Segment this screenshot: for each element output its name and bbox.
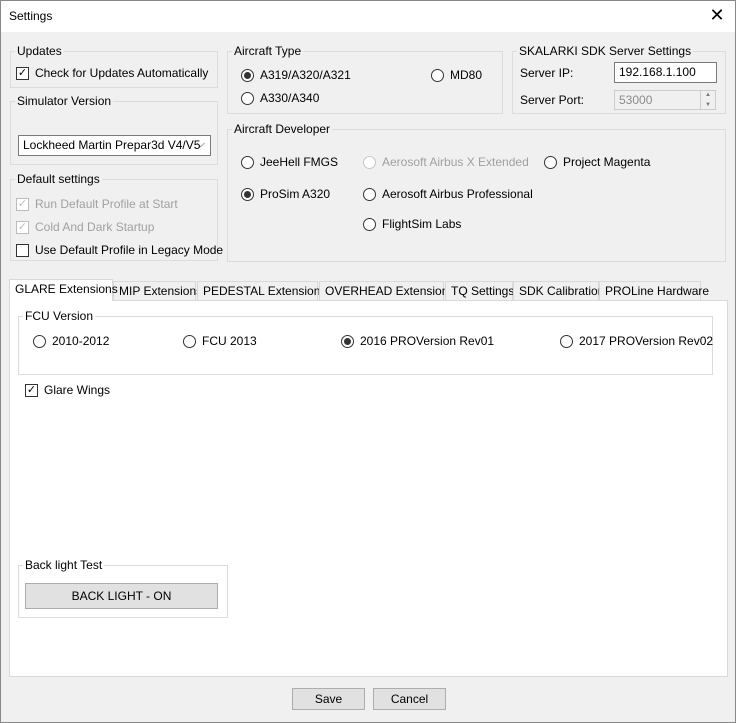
run-default-profile-checkbox[interactable]: ✓ Run Default Profile at Start — [16, 196, 178, 212]
simulator-version-value: Lockheed Martin Prepar3d V4/V5 — [23, 138, 201, 152]
title-bar: Settings ✕ — [1, 1, 735, 32]
radio-flightsim[interactable]: FlightSim Labs — [363, 216, 461, 232]
tab-glare-label: GLARE Extensions — [15, 282, 118, 296]
tab-tq-label: TQ Settings — [451, 284, 515, 298]
radio-unselected-icon — [241, 91, 254, 105]
radio-aerosoft-pro[interactable]: Aerosoft Airbus Professional — [363, 186, 533, 202]
radio-unselected-icon — [33, 334, 46, 348]
backlight-test-label: Back light Test — [23, 558, 105, 572]
default-settings-label: Default settings — [15, 172, 102, 186]
radio-prosim[interactable]: ProSim A320 — [241, 186, 330, 202]
backlight-on-button[interactable]: BACK LIGHT - ON — [25, 583, 218, 609]
radio-unselected-icon — [431, 68, 444, 82]
tab-sdk-calibration[interactable]: SDK Calibration — [513, 281, 604, 300]
tab-pedestal[interactable]: PEDESTAL Extensions — [197, 281, 326, 300]
radio-unselected-icon — [363, 217, 376, 231]
radio-unselected-icon — [363, 187, 376, 201]
checkbox-checked-icon: ✓ — [25, 383, 38, 397]
window-title: Settings — [9, 9, 53, 23]
checkbox-checked-icon: ✓ — [16, 220, 29, 234]
tab-pedestal-label: PEDESTAL Extensions — [203, 284, 327, 298]
aircraft-type-label: Aircraft Type — [232, 44, 304, 58]
glare-wings-checkbox[interactable]: ✓ Glare Wings — [25, 382, 110, 398]
radio-a319-label: A319/A320/A321 — [260, 68, 351, 82]
spin-down-icon[interactable]: ▼ — [701, 101, 715, 111]
legacy-mode-label: Use Default Profile in Legacy Mode — [35, 243, 224, 257]
radio-fcu-2017-label: 2017 PROVersion Rev02 — [579, 334, 714, 348]
radio-md80-label: MD80 — [450, 68, 483, 82]
tab-tq[interactable]: TQ Settings — [445, 281, 515, 300]
glare-tab-page: FCU Version 2010-2012 FCU 2013 2016 PROV… — [9, 300, 728, 677]
tab-proline[interactable]: PROLine Hardware — [599, 281, 709, 300]
server-port-label: Server Port: — [520, 93, 585, 107]
radio-disabled-icon — [363, 155, 376, 169]
server-ip-label: Server IP: — [520, 66, 574, 80]
server-ip-input[interactable]: 192.168.1.100 — [614, 62, 717, 83]
server-ip-value: 192.168.1.100 — [619, 65, 696, 79]
glare-wings-label: Glare Wings — [44, 383, 111, 397]
radio-fcu-2017[interactable]: 2017 PROVersion Rev02 — [560, 333, 713, 349]
radio-magenta[interactable]: Project Magenta — [544, 154, 650, 170]
radio-unselected-icon — [183, 334, 196, 348]
spin-up-icon[interactable]: ▲ — [701, 91, 715, 101]
server-port-stepper[interactable]: 53000 ▲ ▼ — [614, 90, 716, 110]
updates-group-label: Updates — [15, 44, 64, 58]
legacy-mode-checkbox[interactable]: Use Default Profile in Legacy Mode — [16, 242, 223, 258]
radio-prosim-label: ProSim A320 — [260, 187, 331, 201]
radio-a319[interactable]: A319/A320/A321 — [241, 67, 351, 83]
cold-dark-label: Cold And Dark Startup — [35, 220, 155, 234]
radio-unselected-icon — [544, 155, 557, 169]
sdk-server-label: SKALARKI SDK Server Settings — [517, 44, 694, 58]
tab-overhead[interactable]: OVERHEAD Extensions — [319, 281, 454, 300]
radio-selected-icon — [241, 68, 254, 82]
check-updates-checkbox[interactable]: ✓ Check for Updates Automatically — [16, 65, 208, 81]
simulator-version-select[interactable]: Lockheed Martin Prepar3d V4/V5 ⌵ — [18, 135, 211, 156]
radio-fcu-2010-label: 2010-2012 — [52, 334, 110, 348]
radio-md80[interactable]: MD80 — [431, 67, 482, 83]
radio-flightsim-label: FlightSim Labs — [382, 217, 462, 231]
tab-mip[interactable]: MIP Extensions — [113, 281, 202, 300]
radio-aerosoft-pro-label: Aerosoft Airbus Professional — [382, 187, 533, 201]
radio-unselected-icon — [560, 334, 573, 348]
radio-aerosoft-x-label: Aerosoft Airbus X Extended — [382, 155, 529, 169]
close-icon[interactable]: ✕ — [705, 5, 729, 27]
radio-selected-icon — [241, 187, 254, 201]
radio-fcu-2010[interactable]: 2010-2012 — [33, 333, 109, 349]
radio-fcu-2016[interactable]: 2016 PROVersion Rev01 — [341, 333, 494, 349]
tab-overhead-label: OVERHEAD Extensions — [325, 284, 455, 298]
cold-dark-checkbox[interactable]: ✓ Cold And Dark Startup — [16, 219, 154, 235]
checkbox-checked-icon: ✓ — [16, 197, 29, 211]
simulator-version-label: Simulator Version — [15, 94, 114, 108]
tab-mip-label: MIP Extensions — [119, 284, 203, 298]
check-updates-label: Check for Updates Automatically — [35, 66, 209, 80]
radio-jeehell[interactable]: JeeHell FMGS — [241, 154, 338, 170]
radio-aerosoft-x[interactable]: Aerosoft Airbus X Extended — [363, 154, 529, 170]
save-button[interactable]: Save — [292, 688, 365, 710]
radio-jeehell-label: JeeHell FMGS — [260, 155, 339, 169]
tab-proline-label: PROLine Hardware — [605, 284, 710, 298]
radio-a330-label: A330/A340 — [260, 91, 320, 105]
radio-unselected-icon — [241, 155, 254, 169]
checkbox-unchecked-icon — [16, 243, 29, 257]
radio-fcu-2013-label: FCU 2013 — [202, 334, 257, 348]
radio-fcu-2016-label: 2016 PROVersion Rev01 — [360, 334, 495, 348]
chevron-down-icon: ⌵ — [196, 138, 205, 150]
fcu-version-label: FCU Version — [23, 309, 96, 323]
cancel-button[interactable]: Cancel — [373, 688, 446, 710]
tab-glare[interactable]: GLARE Extensions — [9, 279, 118, 301]
radio-selected-icon — [341, 334, 354, 348]
server-port-value: 53000 — [619, 93, 653, 107]
aircraft-developer-label: Aircraft Developer — [232, 122, 333, 136]
tab-sdk-label: SDK Calibration — [519, 284, 605, 298]
port-spinner[interactable]: ▲ ▼ — [700, 91, 715, 110]
radio-a330[interactable]: A330/A340 — [241, 90, 319, 106]
settings-window: Settings ✕ Updates ✓ Check for Updates A… — [0, 0, 736, 723]
radio-magenta-label: Project Magenta — [563, 155, 651, 169]
checkbox-checked-icon: ✓ — [16, 66, 29, 80]
run-default-profile-label: Run Default Profile at Start — [35, 197, 178, 211]
radio-fcu-2013[interactable]: FCU 2013 — [183, 333, 257, 349]
